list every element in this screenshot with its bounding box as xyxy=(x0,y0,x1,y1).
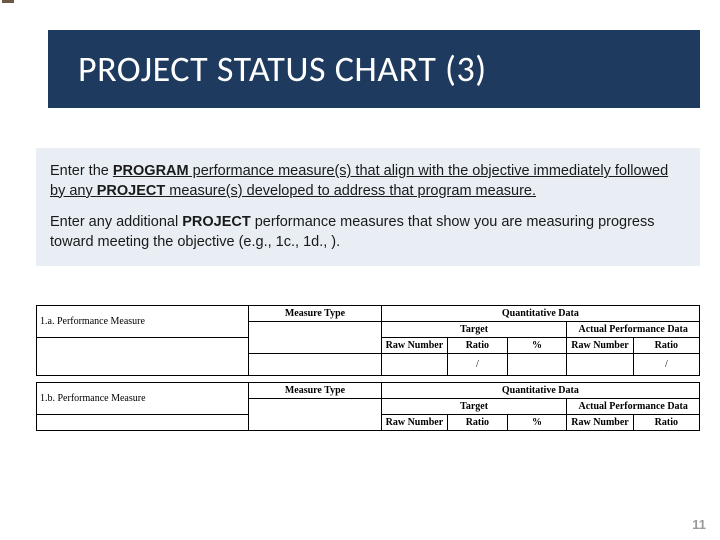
slide: PROJECT STATUS CHART (3) Enter the PROGR… xyxy=(0,0,720,540)
cell-quant-data-b: Quantitative Data xyxy=(381,383,699,399)
cell-measure-type-value xyxy=(249,322,382,354)
cell-target: Target xyxy=(381,322,567,338)
table-row: 1.b. Performance Measure Measure Type Qu… xyxy=(37,383,700,399)
cell-measure-type-blank xyxy=(249,354,382,376)
cell-raw-number-2b: Raw Number xyxy=(567,415,633,431)
cell-actual-b: Actual Performance Data xyxy=(567,399,700,415)
table-1b: 1.b. Performance Measure Measure Type Qu… xyxy=(36,382,700,431)
p1-underline-project: PROJECT xyxy=(97,183,166,199)
title-bar: PROJECT STATUS CHART (3) xyxy=(48,30,700,108)
cell-target-raw xyxy=(381,354,447,376)
body-paragraph-1: Enter the PROGRAM performance measure(s)… xyxy=(50,162,686,201)
p1-part-e: measure(s) developed to address that pro… xyxy=(165,183,536,199)
cell-target-ratio: / xyxy=(448,354,508,376)
table-1a: 1.a. Performance Measure Measure Type Qu… xyxy=(36,305,700,376)
cell-ratio-2b: Ratio xyxy=(633,415,699,431)
p1-bold-program: PROGRAM xyxy=(113,163,189,179)
cell-target-pct xyxy=(507,354,567,376)
cell-actual-raw xyxy=(567,354,633,376)
p1-bold-project: PROJECT xyxy=(97,183,166,199)
decorative-tick xyxy=(2,0,14,3)
cell-1a-label: 1.a. Performance Measure xyxy=(37,306,249,338)
cell-raw-number-2: Raw Number xyxy=(567,338,633,354)
p1-part-a: Enter the xyxy=(50,163,113,179)
p2-part-a: Enter any additional xyxy=(50,214,182,230)
cell-ratio-2: Ratio xyxy=(633,338,699,354)
body-paragraph-2: Enter any additional PROJECT performance… xyxy=(50,213,686,252)
cell-quant-data: Quantitative Data xyxy=(381,306,699,322)
p1-underline-program: PROGRAM xyxy=(113,163,189,179)
cell-ratio-1b: Ratio xyxy=(448,415,508,431)
cell-raw-number-1: Raw Number xyxy=(381,338,447,354)
cell-measure-type-value-b xyxy=(249,399,382,431)
cell-measure-type-b: Measure Type xyxy=(249,383,382,399)
page-number: 11 xyxy=(692,517,706,532)
table-row: 1.a. Performance Measure Measure Type Qu… xyxy=(37,306,700,322)
slide-title: PROJECT STATUS CHART (3) xyxy=(78,47,487,91)
cell-percent-1b: % xyxy=(507,415,567,431)
cell-target-b: Target xyxy=(381,399,567,415)
p2-bold-project: PROJECT xyxy=(182,214,251,230)
tables-container: 1.a. Performance Measure Measure Type Qu… xyxy=(36,305,700,437)
cell-actual: Actual Performance Data xyxy=(567,322,700,338)
cell-ratio-1: Ratio xyxy=(448,338,508,354)
cell-1b-label: 1.b. Performance Measure xyxy=(37,383,249,415)
cell-raw-number-1b: Raw Number xyxy=(381,415,447,431)
cell-measure-type: Measure Type xyxy=(249,306,382,322)
cell-percent-1: % xyxy=(507,338,567,354)
cell-1b-body xyxy=(37,415,249,431)
body-text-box: Enter the PROGRAM performance measure(s)… xyxy=(36,148,700,266)
cell-1a-body xyxy=(37,338,249,376)
cell-actual-ratio: / xyxy=(633,354,699,376)
